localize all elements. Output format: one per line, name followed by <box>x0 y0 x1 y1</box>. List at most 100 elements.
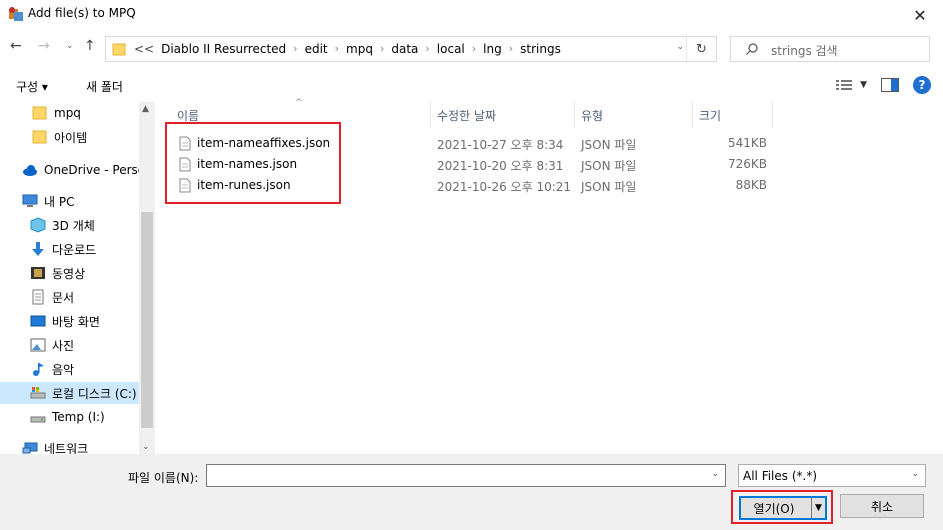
up-folder-icon[interactable]: ↑ <box>84 38 96 54</box>
nav-item-downloads[interactable]: 다운로드 <box>0 238 139 260</box>
desktop-icon <box>30 315 46 327</box>
file-date: 2021-10-27 오후 8:34 <box>437 138 564 152</box>
refresh-button[interactable]: ↻ <box>686 37 716 61</box>
nav-scrollbar[interactable]: ▲ ⌄ <box>139 102 155 454</box>
nav-item-videos[interactable]: 동영상 <box>0 262 139 284</box>
nav-item-onedrive[interactable]: OneDrive - Personal <box>0 159 139 181</box>
open-button[interactable]: 열기(O) ▼ <box>739 496 827 520</box>
breadcrumb-item[interactable]: data <box>391 42 418 56</box>
column-header-label: 유형 <box>581 108 604 123</box>
column-header-label: 수정한 날짜 <box>437 108 497 123</box>
nav-item-this-pc[interactable]: 내 PC <box>0 190 139 212</box>
file-size: 726KB <box>727 157 767 171</box>
scrollbar-thumb[interactable] <box>141 212 153 428</box>
nav-item-temp-i[interactable]: Temp (I:) <box>0 406 139 428</box>
file-size: 541KB <box>727 136 767 150</box>
title-bar: Add file(s) to MPQ ✕ <box>0 0 943 30</box>
column-header-date[interactable]: 수정한 날짜 <box>431 102 575 128</box>
close-button[interactable]: ✕ <box>897 0 943 30</box>
help-icon[interactable]: ? <box>913 76 931 94</box>
picture-icon <box>30 338 46 352</box>
cloud-icon <box>23 165 37 176</box>
nav-item-network[interactable]: 네트워크 <box>0 437 139 454</box>
window-title: Add file(s) to MPQ <box>28 6 136 20</box>
nav-item-label: Temp (I:) <box>52 410 105 424</box>
search-placeholder: strings 검색 <box>771 44 838 58</box>
chevron-down-icon[interactable]: ⌄ <box>676 42 684 52</box>
file-date: 2021-10-20 오후 8:31 <box>437 159 564 173</box>
navigation-row: ← → ⌄ ↑ << Diablo II Resurrected › edit › … <box>0 32 943 66</box>
file-type-select[interactable]: All Files (*.*) ⌄ <box>738 464 926 487</box>
download-icon <box>32 242 44 256</box>
breadcrumb-separator-icon[interactable]: › <box>472 42 476 56</box>
nav-item-label: 아이템 <box>54 130 88 145</box>
video-icon <box>31 267 45 279</box>
breadcrumb-item[interactable]: edit <box>305 42 328 56</box>
music-icon <box>33 363 44 376</box>
address-bar[interactable]: << Diablo II Resurrected › edit › mpq › dat… <box>105 36 717 62</box>
annotation-highlight-box: 열기(O) ▼ <box>731 490 833 524</box>
nav-item-label: 동영상 <box>52 266 86 281</box>
nav-item-label: 음악 <box>52 362 75 377</box>
breadcrumb-separator-icon[interactable]: › <box>509 42 513 56</box>
chevron-down-icon[interactable]: ⌄ <box>711 469 719 479</box>
nav-item-mpq[interactable]: mpq <box>0 102 139 124</box>
nav-item-label: OneDrive - Personal <box>44 163 139 177</box>
nav-item-pictures[interactable]: 사진 <box>0 334 139 356</box>
column-header-label: 이름 <box>177 108 200 123</box>
nav-item-label: 내 PC <box>44 194 75 209</box>
command-bar: 구성 ▾ 새 폴더 ▼ ? <box>0 70 943 102</box>
nav-item-documents[interactable]: 문서 <box>0 286 139 308</box>
organize-button[interactable]: 구성 ▾ <box>16 78 48 95</box>
view-options-button[interactable]: ▼ <box>836 79 867 91</box>
recent-locations-icon[interactable]: ⌄ <box>66 41 74 51</box>
file-date: 2021-10-26 오후 10:21 <box>437 180 572 194</box>
file-type: JSON 파일 <box>581 159 637 173</box>
nav-item-items[interactable]: 아이템 <box>0 126 139 148</box>
scroll-down-icon[interactable]: ⌄ <box>142 442 150 452</box>
drive-icon <box>30 387 46 399</box>
dialog-footer: 파일 이름(N): ⌄ All Files (*.*) ⌄ 열기(O) ▼ 취소 <box>0 454 943 530</box>
breadcrumb-item[interactable]: strings <box>520 42 561 56</box>
refresh-icon: ↻ <box>696 41 707 57</box>
new-folder-button[interactable]: 새 폴더 <box>86 78 123 95</box>
breadcrumb-item[interactable]: lng <box>483 42 502 56</box>
nav-item-3d-objects[interactable]: 3D 개체 <box>0 214 139 236</box>
breadcrumb-item[interactable]: Diablo II Resurrected <box>161 42 286 56</box>
close-icon: ✕ <box>913 5 927 25</box>
view-controls: ▼ ? <box>836 76 931 94</box>
forward-icon[interactable]: → <box>38 38 50 54</box>
nav-item-desktop[interactable]: 바탕 화면 <box>0 310 139 332</box>
scroll-up-icon[interactable]: ▲ <box>142 104 149 114</box>
back-icon[interactable]: ← <box>10 38 22 54</box>
nav-item-music[interactable]: 음악 <box>0 358 139 380</box>
folder-icon <box>32 130 47 144</box>
breadcrumb-separator-icon[interactable]: › <box>335 42 339 56</box>
nav-item-label: 사진 <box>52 338 75 353</box>
file-type: JSON 파일 <box>581 180 637 194</box>
file-size: 88KB <box>735 178 767 192</box>
column-header-size[interactable]: 크기 <box>693 102 773 128</box>
breadcrumb-overflow[interactable]: << <box>134 42 154 56</box>
preview-pane-icon[interactable] <box>881 78 899 92</box>
folder-icon <box>112 43 126 56</box>
annotation-highlight-box <box>165 122 341 204</box>
file-type: JSON 파일 <box>581 138 637 152</box>
nav-item-label: 다운로드 <box>52 242 97 257</box>
file-type-value: All Files (*.*) <box>743 468 818 483</box>
cancel-button-label: 취소 <box>870 499 894 514</box>
network-icon <box>22 442 38 454</box>
cancel-button[interactable]: 취소 <box>840 494 924 518</box>
search-input[interactable]: strings 검색 <box>730 36 930 62</box>
breadcrumb-item[interactable]: local <box>437 42 465 56</box>
nav-item-local-disk-c[interactable]: 로컬 디스크 (C:) <box>0 382 139 404</box>
column-header-type[interactable]: 유형 <box>575 102 693 128</box>
breadcrumb-item[interactable]: mpq <box>346 42 373 56</box>
cube-icon <box>30 217 46 233</box>
breadcrumb-separator-icon[interactable]: › <box>380 42 384 56</box>
breadcrumb-separator-icon[interactable]: › <box>425 42 429 56</box>
breadcrumb-separator-icon[interactable]: › <box>293 42 297 56</box>
filename-input[interactable]: ⌄ <box>206 464 726 487</box>
nav-item-label: 네트워크 <box>44 441 89 455</box>
open-split-dropdown[interactable]: ▼ <box>811 498 825 518</box>
